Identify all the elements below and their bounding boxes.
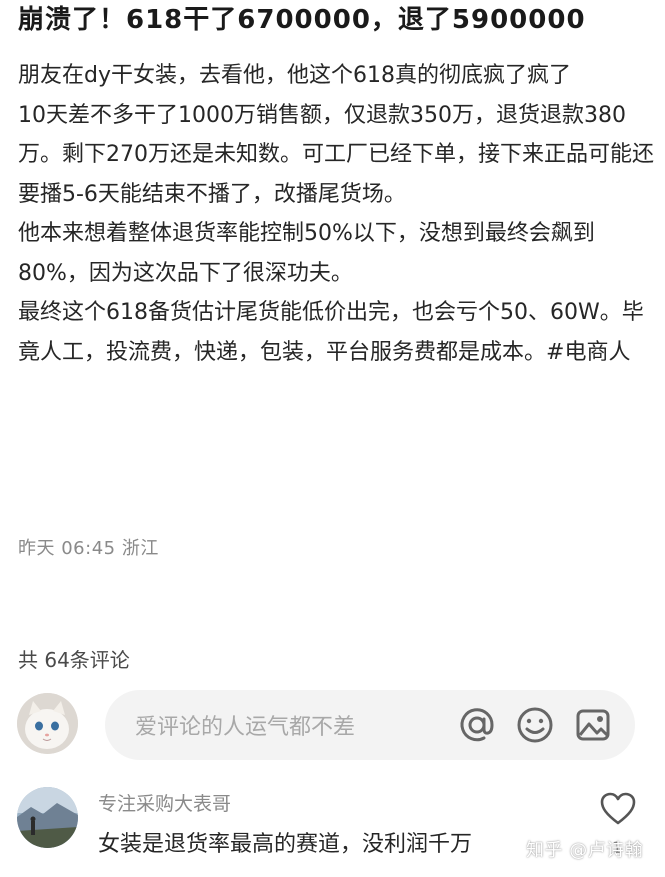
hashtag-link[interactable]: #电商人 [546,340,630,365]
commenter-avatar[interactable] [17,787,78,848]
emoji-icon[interactable] [513,703,557,747]
post-title: 崩溃了！618干了6700000，退了5900000 [18,5,586,35]
watermark: 知乎 @卢诗翰 [526,840,644,861]
comment-count: 共 64条评论 [18,648,130,672]
post-paragraph: 最终这个618备货估计尾货能低价出完，也会亏个50、60W。毕竟人工，投流费，快… [18,293,654,372]
post-meta: 昨天 06:45 浙江 [18,538,159,559]
landscape-avatar-image [17,787,78,848]
comment-placeholder: 爱评论的人运气都不差 [135,715,356,740]
post-paragraph: 他本来想着整体退货率能控制50%以下，没想到最终会飙到80%，因为这次品下了很深… [18,221,595,286]
comment-text: 女装是退货率最高的赛道，没利润千万 [98,832,473,857]
post-paragraph: 10天差不多干了1000万销售额，仅退款350万，退货退款380万。剩下270万… [18,102,654,207]
post-paragraph: 朋友在dy干女装，去看他，他这个618真的彻底疯了疯了 [18,63,571,88]
image-icon[interactable] [571,703,615,747]
comment-username[interactable]: 专注采购大表哥 [98,789,231,816]
cat-avatar-image [17,693,78,754]
comment-input[interactable]: 爱评论的人运气都不差 [105,690,635,760]
avatar[interactable] [17,693,78,754]
post-body: 朋友在dy干女装，去看他，他这个618真的彻底疯了疯了 10天差不多干了1000… [18,56,654,372]
at-icon[interactable] [455,703,499,747]
heart-icon[interactable] [600,792,636,826]
